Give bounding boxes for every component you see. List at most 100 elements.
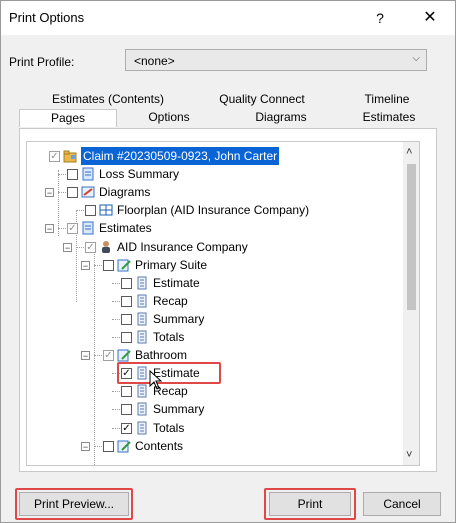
tree-connector <box>76 246 84 248</box>
tree-item-label: Recap <box>153 384 188 399</box>
collapse-icon[interactable]: − <box>63 242 72 252</box>
help-button[interactable]: ? <box>365 5 395 31</box>
tree-item-checkbox[interactable] <box>121 277 132 289</box>
tree-item[interactable]: ✓ Totals <box>27 419 403 437</box>
page-icon <box>135 421 149 435</box>
scroll-up-icon[interactable]: ˄ <box>406 146 412 158</box>
tree-item-checkbox[interactable] <box>67 169 78 181</box>
tab-quality-connect[interactable]: Quality Connect <box>197 91 327 108</box>
tree-item-checkbox[interactable]: ✓ <box>49 151 60 162</box>
scrollbar-thumb[interactable] <box>407 164 416 310</box>
tree-connector <box>112 409 120 411</box>
tree-item[interactable]: Totals <box>27 328 403 346</box>
folder-claim-icon <box>63 149 77 163</box>
title-bar: Print Options ? ✕ <box>1 1 455 35</box>
print-options-dialog: Print Options ? ✕ Print Profile: <none> … <box>0 0 456 523</box>
collapse-icon[interactable]: − <box>81 351 90 361</box>
estimate-highlight <box>117 362 221 385</box>
tree-item[interactable]: ✓ Claim #20230509-0923, John Carter <box>27 147 403 165</box>
tree-item-checkbox[interactable]: ✓ <box>121 422 132 434</box>
tab-estimates[interactable]: Estimates <box>341 109 437 126</box>
print-pages-tree: ✓ Claim #20230509-0923, John Carter Loss S… <box>26 141 420 466</box>
tree-connector <box>94 355 102 357</box>
tree-item[interactable]: ✓ Estimate <box>27 362 403 390</box>
tree-item[interactable]: Summary <box>27 400 403 418</box>
tree-item-label: Primary Suite <box>135 257 208 272</box>
tab-options[interactable]: Options <box>119 109 219 126</box>
collapse-icon[interactable]: − <box>81 441 90 451</box>
collapse-icon[interactable]: − <box>81 260 90 270</box>
tree-connector <box>112 337 120 338</box>
tree-item-checkbox[interactable]: ✓ <box>103 350 114 362</box>
person-icon <box>99 240 113 254</box>
tree-item[interactable]: − Diagrams <box>27 183 403 201</box>
tree-item-label: AID Insurance Company <box>117 239 248 254</box>
tree-connector <box>94 264 102 266</box>
tree-scrollbar[interactable]: ˄ ˅ <box>403 142 419 465</box>
tree-connector <box>112 427 120 429</box>
tree-connector <box>112 282 120 284</box>
tree-item[interactable]: − ✓ AID Insurance Company <box>27 238 403 256</box>
collapse-icon[interactable]: − <box>45 224 54 234</box>
tree-item[interactable]: Estimate <box>27 274 403 292</box>
tree-item[interactable]: Recap <box>27 292 403 310</box>
tree-item-checkbox[interactable] <box>85 205 96 217</box>
tree-connector <box>58 192 66 194</box>
page-icon <box>135 330 149 344</box>
tree-item[interactable]: − ✓ Estimates <box>27 219 403 237</box>
collapse-icon[interactable]: − <box>45 188 54 198</box>
cancel-button[interactable]: Cancel <box>363 492 441 516</box>
tree-item[interactable]: Floorplan (AID Insurance Company) <box>27 201 403 219</box>
tree-content: ✓ Claim #20230509-0923, John Carter Loss S… <box>27 142 403 465</box>
page-icon <box>135 402 149 416</box>
tree-item-checkbox[interactable]: ✓ <box>85 241 96 253</box>
tree-item-label: Contents <box>135 438 184 453</box>
tab-timeline[interactable]: Timeline <box>337 91 437 108</box>
tree-connector <box>76 210 84 212</box>
dialog-title: Print Options <box>9 10 85 25</box>
pages-tab-panel: ✓ Claim #20230509-0923, John Carter Loss S… <box>19 128 437 472</box>
tree-item[interactable]: Summary <box>27 310 403 328</box>
document-icon <box>81 167 95 181</box>
page-icon <box>135 294 149 308</box>
tree-item-label: Summary <box>153 402 205 417</box>
tree-item[interactable]: Loss Summary <box>27 165 403 183</box>
tree-connector <box>58 174 66 176</box>
tree-item-checkbox[interactable] <box>121 295 132 307</box>
tab-estimates-contents[interactable]: Estimates (Contents) <box>45 91 171 108</box>
edit-document-icon <box>117 439 131 453</box>
edit-document-icon <box>117 258 131 272</box>
tree-item[interactable]: Recap <box>27 382 403 400</box>
tree-item-checkbox[interactable] <box>121 386 132 398</box>
close-button[interactable]: ✕ <box>413 5 447 31</box>
print-profile-value: <none> <box>134 54 175 68</box>
tree-item-label: Diagrams <box>99 185 151 200</box>
tab-diagrams[interactable]: Diagrams <box>221 109 341 126</box>
tree-item-label: Totals <box>153 330 185 344</box>
tree-item-label: Totals <box>153 420 185 435</box>
tree-item-label: Estimate <box>153 275 200 290</box>
print-profile-dropdown[interactable]: <none> ⌵ <box>125 49 427 71</box>
tree-item[interactable]: − Primary Suite <box>27 256 403 274</box>
floorplan-icon <box>99 203 113 217</box>
scroll-down-icon[interactable]: ˅ <box>406 449 412 461</box>
tree-connector <box>112 318 120 320</box>
tree-connector <box>112 300 120 302</box>
chevron-down-icon[interactable]: ⌵ <box>412 53 420 64</box>
tree-item-checkbox[interactable] <box>67 187 78 199</box>
tree-item-label: Claim #20230509-0923, John Carter <box>81 147 280 165</box>
document-icon <box>81 221 95 235</box>
tree-item-checkbox[interactable] <box>103 440 114 452</box>
tree-connector <box>112 391 120 393</box>
edit-document-icon <box>117 348 131 362</box>
tree-item-checkbox[interactable] <box>121 332 132 343</box>
tree-item-checkbox[interactable] <box>121 313 132 325</box>
tree-item-checkbox[interactable]: ✓ <box>67 223 78 235</box>
print-preview-highlight <box>15 488 133 520</box>
tree-item-checkbox[interactable] <box>103 259 114 271</box>
print-button-highlight <box>264 488 356 520</box>
tree-item-checkbox[interactable] <box>121 404 132 416</box>
tab-pages[interactable]: Pages <box>19 109 117 127</box>
tree-item-label: Estimates <box>99 221 152 236</box>
tree-item[interactable]: − Contents <box>27 437 403 455</box>
